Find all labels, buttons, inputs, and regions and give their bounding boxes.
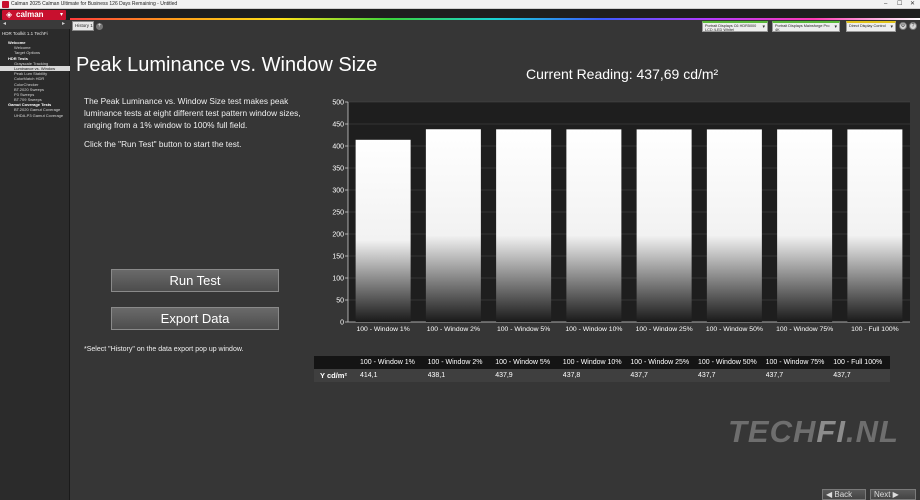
luminance-bar-chart: 0 50 100 150 200 250 300 350 400 450 500 100 - Wind… [328,97,912,337]
table-header-row: 100 - Window 1% 100 - Window 2% 100 - Wind… [314,356,890,369]
table-header-cell: 100 - Window 75% [765,359,825,366]
pattern-generator-dropdown[interactable]: Portrait Displays Mainsforge Pro 4K ▾ [772,21,840,32]
x-tick-label: 100 - Window 2% [427,326,480,333]
table-cell: 414,1 [360,372,378,379]
tab-history-1[interactable]: History 1 [72,21,94,31]
calman-menu-button[interactable]: ◈ calman ▾ [2,10,66,20]
bar [425,129,481,322]
bar [847,129,903,322]
back-button[interactable]: ◀ Back [822,489,866,500]
x-tick-label: 100 - Window 1% [356,326,409,333]
table-header-cell: 100 - Full 100% [833,359,883,366]
bar [496,129,552,322]
table-cell: 437,8 [562,372,581,379]
y-tick-label: 450 [332,122,344,129]
test-instruction: Click the "Run Test" button to start the… [84,139,242,149]
workflow-sidebar: ◂ ▸ HDR Toolkit 1.1 TechFi Welcome Welcom… [0,20,70,500]
title-bar: Calman 2025 Calman Ultimate for Business… [0,0,920,9]
results-table: 100 - Window 1% 100 - Window 2% 100 - Wind… [314,356,890,382]
x-tick-label: 100 - Full 100% [851,326,899,333]
table-header-cell: 100 - Window 1% [360,359,415,366]
table-header-cell: 100 - Window 50% [698,359,757,366]
techfi-watermark: TECHFI.NL [728,414,899,450]
next-button[interactable]: Next ▶ [870,489,916,500]
export-footnote: *Select "History" on the data export pop… [84,346,244,353]
table-row: Y cd/m² 414,1 438,1 437,9 437,8 437,7 437,7 43… [314,369,890,382]
sidebar-item[interactable]: UHDA-P3 Gamut Coverage [0,113,70,118]
app-icon [2,1,9,8]
table-header-cell: 100 - Window 5% [495,359,551,366]
workspace-title: HDR Toolkit 1.1 TechFi [2,31,48,36]
app-logo-text: calman [16,10,44,19]
table-header-cell: 100 - Window 10% [562,359,622,366]
table-cell: 437,7 [765,372,784,379]
x-tick-label: 100 - Window 75% [776,326,833,333]
watermark-tech: TECH [728,414,817,449]
settings-icon[interactable]: ⚙ [899,22,907,30]
display-control-value: Direct Display Control [849,24,886,28]
x-tick-label: 100 - Window 10% [565,326,622,333]
add-tab-icon[interactable]: + [96,23,103,30]
minimize-button[interactable]: – [884,0,887,9]
row-label: Y cd/m² [320,371,347,380]
chevron-down-icon: ▾ [890,24,893,30]
bar [636,129,692,322]
y-tick-label: 250 [332,210,344,217]
table-cell: 437,7 [630,372,648,379]
y-tick-label: 150 [332,254,344,261]
y-tick-label: 500 [332,100,344,107]
maximize-button[interactable]: ☐ [897,0,902,9]
chart-svg: 0 50 100 150 200 250 300 350 400 450 500 100 - Wind… [332,100,910,333]
chevron-down-icon: ▾ [59,12,63,18]
pattern-generator-value: Portrait Displays Mainsforge Pro 4K [775,24,830,32]
table-cell: 438,1 [427,372,446,379]
y-tick-label: 100 [332,276,344,283]
x-tick-label: 100 - Window 50% [706,326,763,333]
export-data-button[interactable]: Export Data [111,307,279,330]
bar [566,129,622,322]
rainbow-strip [70,18,920,20]
watermark-fi: FI [816,414,846,449]
y-tick-label: 0 [340,320,344,327]
source-meter-dropdown[interactable]: Portrait Displays C6 HDR5000 LCD (LED Wh… [702,21,768,32]
test-description: The Peak Luminance vs. Window Size test … [84,96,301,130]
window-title: Calman 2025 Calman Ultimate for Business… [11,1,178,7]
workflow-tree: Welcome Welcome Target Options HDR Tests Gra… [0,40,70,118]
calman-logo-icon: ◈ [6,10,13,19]
table-header-cell: 100 - Window 2% [427,359,483,366]
table-header-cell: 100 - Window 25% [630,359,690,366]
help-icon[interactable]: ? [909,22,917,30]
forward-arrow-icon[interactable]: ▸ [62,20,65,29]
table-cell: 437,7 [833,372,851,379]
bar [355,139,411,322]
table-cell: 437,9 [495,372,513,379]
y-tick-label: 350 [332,166,344,173]
watermark-nl: .NL [845,414,899,449]
bar [706,129,762,322]
y-tick-label: 300 [332,188,344,195]
x-tick-label: 100 - Window 5% [497,326,550,333]
sidebar-nav: ◂ ▸ [0,20,70,29]
bar [777,129,833,322]
calman-window: Calman 2025 Calman Ultimate for Business… [0,0,920,500]
y-tick-label: 50 [336,298,344,305]
y-tick-label: 400 [332,144,344,151]
y-tick-label: 200 [332,232,344,239]
table-cell: 437,7 [698,372,716,379]
chevron-down-icon: ▾ [834,24,837,30]
chevron-down-icon: ▾ [762,24,765,30]
run-test-button[interactable]: Run Test [111,269,279,292]
x-tick-label: 100 - Window 25% [636,326,693,333]
back-arrow-icon[interactable]: ◂ [3,20,6,29]
current-reading: Current Reading: 437,69 cd/m² [526,66,719,82]
close-button[interactable]: ✕ [910,0,915,9]
display-control-dropdown[interactable]: Direct Display Control ▾ [846,21,896,32]
page-title: Peak Luminance vs. Window Size [76,54,378,76]
source-meter-value: Portrait Displays C6 HDR5000 LCD (LED Wh… [705,24,757,32]
